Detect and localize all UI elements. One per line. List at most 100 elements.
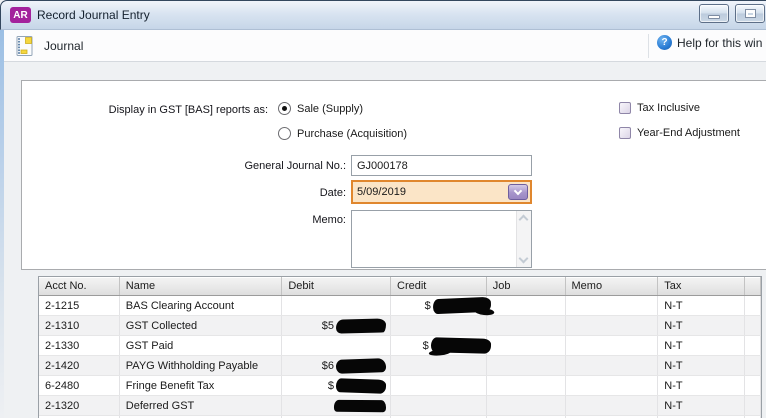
year-end-label: Year-End Adjustment [637,127,740,139]
cell-name[interactable]: Fringe Benefit Tax [120,376,283,395]
scroll-down-icon [519,254,529,264]
checkbox-tax-inclusive[interactable]: Tax Inclusive [619,102,700,114]
column-header-memo: Memo [566,277,659,295]
redaction-mark [334,399,386,411]
cell-acct-no[interactable]: 2-1310 [39,316,120,335]
journal-lines-table: Acct No.NameDebitCreditJobMemoTax2-1215B… [38,276,762,418]
cell-tax[interactable]: N-T [658,356,745,375]
checkbox-icon [619,102,631,114]
cell-name[interactable]: GST Collected [120,316,283,335]
checkbox-icon [619,127,631,139]
minimize-button[interactable] [699,4,729,23]
memo-label: Memo: [146,214,346,226]
journal-no-field[interactable]: GJ000178 [351,155,532,176]
column-header-tax: Tax [658,277,745,295]
toolbar: Journal ? Help for this win [0,30,766,62]
journal-toolbar-button[interactable]: Journal [13,34,83,58]
cell-job[interactable] [487,336,566,355]
cell-memo[interactable] [566,376,659,395]
cell-acct-no[interactable]: 2-1330 [39,336,120,355]
amount-prefix: $ [425,300,431,312]
column-header-credit: Credit [391,277,487,295]
cell-debit[interactable]: $ [282,376,391,395]
cell-acct-no[interactable]: 2-1215 [39,296,120,315]
maximize-icon [745,9,756,18]
cell-job[interactable] [487,316,566,335]
minimize-icon [708,15,720,19]
cell-memo[interactable] [566,336,659,355]
redaction-mark [431,337,491,354]
cell-credit[interactable]: $ [391,336,487,355]
cell-filler[interactable] [745,396,761,415]
help-label: Help for this win [677,36,762,50]
maximize-button[interactable] [735,4,765,23]
cell-filler[interactable] [745,296,761,315]
cell-acct-no[interactable]: 2-1420 [39,356,120,375]
cell-memo[interactable] [566,316,659,335]
window-controls [699,4,765,23]
radio-purchase-label: Purchase (Acquisition) [297,128,407,140]
date-value: 5/09/2019 [357,186,406,198]
cell-tax[interactable]: N-T [658,336,745,355]
cell-job[interactable] [487,376,566,395]
cell-debit[interactable]: $5 [282,316,391,335]
cell-tax[interactable]: N-T [658,296,745,315]
radio-purchase-acquisition[interactable]: Purchase (Acquisition) [278,127,407,140]
date-dropdown-button[interactable] [508,184,528,200]
cell-credit[interactable] [391,376,487,395]
cell-credit[interactable] [391,316,487,335]
table-row: 2-1310GST Collected$5 N-T [39,316,761,336]
cell-job[interactable] [487,356,566,375]
journal-no-label: General Journal No.: [146,160,346,172]
table-row: 2-1330GST Paid $ N-T [39,336,761,356]
date-field[interactable]: 5/09/2019 [351,180,532,204]
window-left-border [0,30,4,418]
cell-filler[interactable] [745,336,761,355]
cell-credit[interactable]: $ [391,296,487,315]
cell-credit[interactable] [391,396,487,415]
memo-scrollbar[interactable] [516,211,531,267]
toolbar-divider [648,34,649,58]
redaction-mark [336,378,386,394]
column-header-job: Job [487,277,566,295]
cell-tax[interactable]: N-T [658,316,745,335]
checkbox-year-end-adjustment[interactable]: Year-End Adjustment [619,127,740,139]
radio-sale-supply[interactable]: Sale (Supply) [278,102,363,115]
cell-debit[interactable]: $6 [282,356,391,375]
cell-credit[interactable] [391,356,487,375]
chevron-down-icon [514,186,522,194]
column-header-blank [745,277,761,295]
cell-acct-no[interactable]: 6-2480 [39,376,120,395]
cell-name[interactable]: BAS Clearing Account [120,296,283,315]
help-link[interactable]: ? Help for this win [657,35,762,50]
app-icon: AR [10,7,31,23]
cell-name[interactable]: PAYG Withholding Payable [120,356,283,375]
redaction-mark [432,297,491,315]
gst-reports-label: Display in GST [BAS] reports as: [37,104,268,116]
memo-field[interactable] [351,210,532,268]
cell-debit[interactable] [282,296,391,315]
cell-debit[interactable] [282,396,391,415]
table-row: 2-1420PAYG Withholding Payable $6 N-T [39,356,761,376]
cell-debit[interactable] [282,336,391,355]
cell-filler[interactable] [745,316,761,335]
radio-sale-label: Sale (Supply) [297,103,363,115]
redaction-mark [336,318,386,333]
cell-tax[interactable]: N-T [658,376,745,395]
cell-filler[interactable] [745,356,761,375]
cell-name[interactable]: GST Paid [120,336,283,355]
scroll-up-icon [519,215,529,225]
cell-job[interactable] [487,396,566,415]
cell-acct-no[interactable]: 2-1320 [39,396,120,415]
cell-tax[interactable]: N-T [658,396,745,415]
cell-memo[interactable] [566,356,659,375]
journal-no-value: GJ000178 [357,160,408,172]
cell-memo[interactable] [566,396,659,415]
date-label: Date: [146,187,346,199]
cell-memo[interactable] [566,296,659,315]
amount-prefix: $6 [322,360,334,372]
column-header-name: Name [120,277,283,295]
cell-name[interactable]: Deferred GST [120,396,283,415]
cell-job[interactable] [487,296,566,315]
cell-filler[interactable] [745,376,761,395]
